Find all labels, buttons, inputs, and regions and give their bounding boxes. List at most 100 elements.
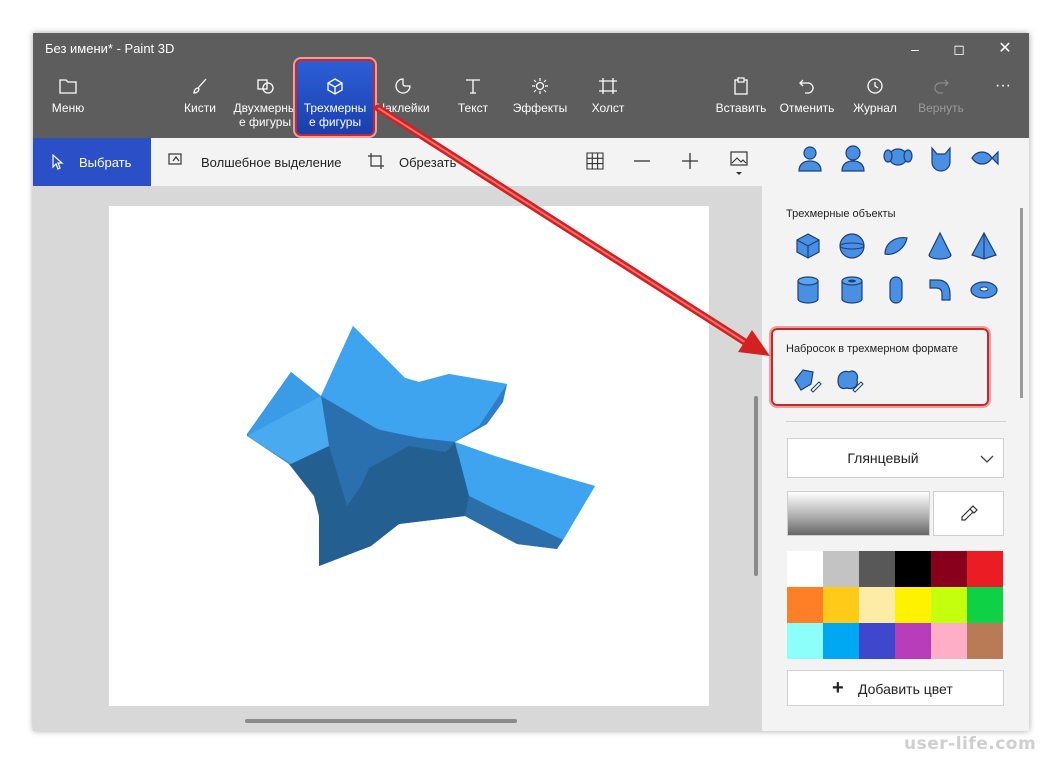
color-swatch[interactable]: [895, 623, 931, 659]
cylinder-shape-icon[interactable]: [792, 274, 824, 306]
text-icon: [466, 79, 480, 94]
material-dropdown[interactable]: Глянцевый: [787, 438, 1004, 478]
eyedropper-button[interactable]: [933, 491, 1004, 536]
material-value: Глянцевый: [847, 450, 919, 466]
panel-divider: [786, 421, 1006, 422]
stickers-label: Наклейки: [376, 101, 430, 115]
chevron-down-icon: [980, 455, 994, 463]
select-button[interactable]: Выбрать: [33, 138, 151, 186]
undo-button[interactable]: Отменить: [778, 65, 836, 138]
3d-star-object[interactable]: [109, 206, 709, 706]
soft-doodle-icon[interactable]: [833, 364, 865, 396]
color-swatch[interactable]: [787, 623, 823, 659]
woman-model-icon[interactable]: [837, 142, 869, 174]
color-swatch[interactable]: [895, 587, 931, 623]
cone-shape-icon[interactable]: [924, 230, 956, 262]
canvas-label: Холст: [591, 101, 625, 115]
color-swatch[interactable]: [859, 623, 895, 659]
shapes-2d-tool[interactable]: Двухмерны е фигуры: [233, 65, 297, 138]
redo-button[interactable]: Вернуть: [913, 65, 969, 138]
color-swatch[interactable]: [859, 551, 895, 587]
sphere-shape-icon[interactable]: [836, 230, 868, 262]
fish-model-icon[interactable]: [968, 142, 1000, 174]
hemisphere-shape-icon[interactable]: [880, 230, 912, 262]
color-swatch[interactable]: [967, 551, 1003, 587]
color-swatch[interactable]: [823, 587, 859, 623]
text-label: Текст: [457, 101, 489, 115]
history-button[interactable]: Журнал: [847, 65, 903, 138]
text-tool[interactable]: Текст: [449, 65, 497, 138]
close-button[interactable]: ✕: [995, 39, 1015, 59]
color-swatch[interactable]: [931, 551, 967, 587]
minimize-button[interactable]: –: [905, 39, 925, 59]
screenshot-page: Без имени* - Paint 3D – ◻ ✕ Меню Кисти Д…: [0, 0, 1060, 763]
color-swatch[interactable]: [895, 551, 931, 587]
main-toolbar: Меню Кисти Двухмерны е фигуры Трехмерны …: [33, 57, 1029, 138]
color-swatch[interactable]: [931, 623, 967, 659]
torus-shape-icon[interactable]: [968, 274, 1000, 306]
3d-objects-heading: Трехмерные объекты: [786, 208, 896, 220]
dog-model-icon[interactable]: [882, 142, 914, 174]
add-color-button[interactable]: + Добавить цвет: [787, 670, 1004, 706]
crop-button[interactable]: Обрезать: [367, 138, 477, 186]
tube-shape-icon[interactable]: [836, 274, 868, 306]
history-label: Журнал: [853, 101, 897, 115]
drawing-canvas[interactable]: [109, 206, 709, 706]
cube-shape-icon[interactable]: [792, 230, 824, 262]
shapes-3d-label-line1: Трехмерны: [303, 101, 367, 115]
color-palette: [787, 551, 1004, 659]
color-swatch[interactable]: [967, 623, 1003, 659]
brushes-label: Кисти: [184, 101, 216, 115]
color-swatch[interactable]: [859, 587, 895, 623]
magic-select-button[interactable]: Волшебное выделение: [167, 138, 347, 186]
watermark: user-life.com: [904, 734, 1037, 754]
history-icon: [867, 78, 883, 94]
color-swatch[interactable]: [931, 587, 967, 623]
paste-button[interactable]: Вставить: [713, 65, 769, 138]
color-preview[interactable]: [787, 491, 930, 536]
panel-scrollbar[interactable]: [1020, 208, 1023, 398]
menu-label: Меню: [51, 101, 85, 115]
magic-select-label: Волшебное выделение: [201, 155, 342, 170]
grid-toggle-button[interactable]: [586, 138, 606, 186]
color-swatch[interactable]: [787, 551, 823, 587]
shapes-3d-tool[interactable]: Трехмерны е фигуры: [293, 57, 377, 138]
shapes-2d-icon: [257, 79, 274, 94]
curved-tube-shape-icon[interactable]: [924, 274, 956, 306]
vertical-scrollbar[interactable]: [754, 396, 758, 576]
sharp-doodle-icon[interactable]: [791, 364, 823, 396]
canvas-workspace: [33, 186, 762, 731]
zoom-in-button[interactable]: [681, 138, 701, 186]
shapes-3d-label-line2: е фигуры: [308, 115, 362, 129]
capsule-shape-icon[interactable]: [880, 274, 912, 306]
minus-icon: [634, 160, 650, 162]
pyramid-shape-icon[interactable]: [968, 230, 1000, 262]
view-menu-button[interactable]: [729, 138, 751, 186]
plus-icon: +: [832, 677, 844, 699]
title-bar: Без имени* - Paint 3D – ◻ ✕: [33, 33, 1029, 65]
maximize-button[interactable]: ◻: [949, 39, 969, 59]
cat-model-icon[interactable]: [925, 142, 957, 174]
stickers-tool[interactable]: Наклейки: [373, 65, 433, 138]
color-swatch[interactable]: [823, 623, 859, 659]
plus-icon: [682, 153, 698, 169]
3d-doodle-heading: Набросок в трехмерном формате: [786, 343, 959, 355]
magic-select-icon: [168, 153, 182, 165]
sticker-icon: [395, 78, 411, 94]
image-view-icon: [730, 151, 748, 175]
menu-button[interactable]: Меню: [43, 65, 93, 138]
color-swatch[interactable]: [787, 587, 823, 623]
zoom-out-button[interactable]: [633, 138, 653, 186]
cursor-icon: [52, 154, 64, 170]
color-swatch[interactable]: [823, 551, 859, 587]
man-model-icon[interactable]: [794, 142, 826, 174]
undo-label: Отменить: [779, 101, 835, 115]
color-swatch[interactable]: [967, 587, 1003, 623]
effects-tool[interactable]: Эффекты: [511, 65, 569, 138]
horizontal-scrollbar[interactable]: [245, 719, 517, 723]
more-button[interactable]: ···: [985, 65, 1021, 138]
canvas-tool[interactable]: Холст: [583, 65, 633, 138]
brushes-tool[interactable]: Кисти: [176, 65, 224, 138]
select-label: Выбрать: [79, 155, 132, 170]
paste-label: Вставить: [715, 101, 767, 115]
